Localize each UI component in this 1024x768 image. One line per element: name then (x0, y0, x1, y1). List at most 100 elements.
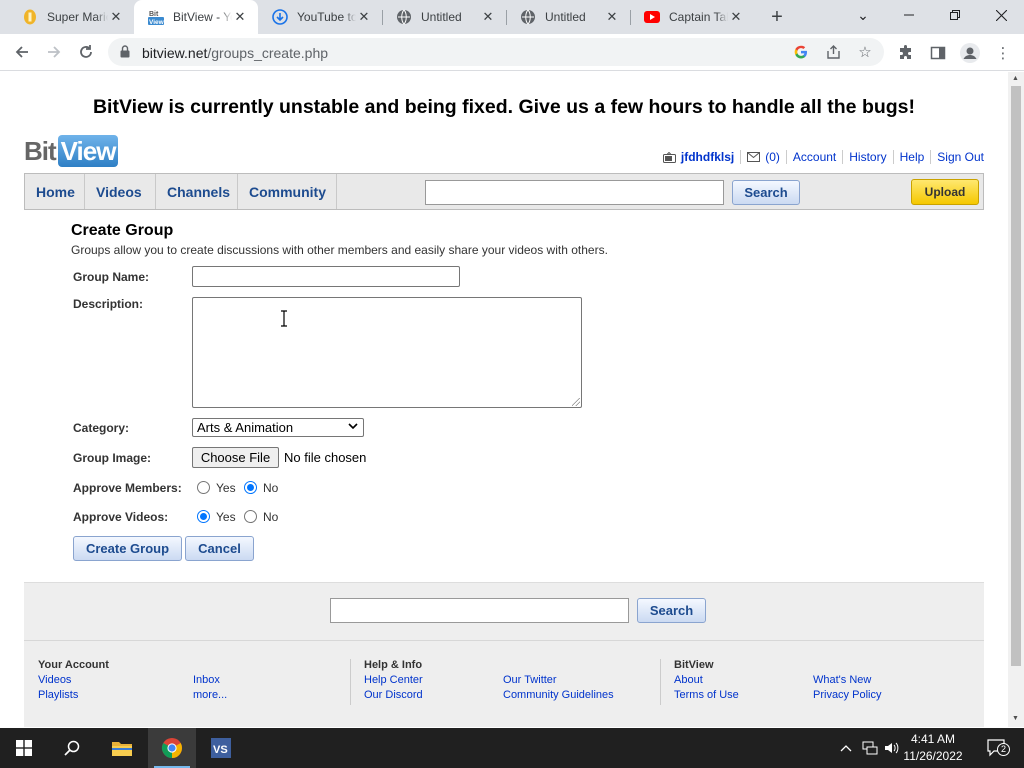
system-clock[interactable]: 4:41 AM 11/26/2022 (894, 731, 972, 765)
main-nav-bar: Home Videos Channels Community Search Up… (24, 173, 984, 210)
chrome-taskbar-button[interactable] (148, 728, 196, 768)
approve-members-yes-radio[interactable] (197, 481, 210, 494)
address-bar[interactable]: bitview.net/groups_create.php ☆ (108, 38, 884, 66)
nav-channels[interactable]: Channels (156, 174, 238, 209)
close-window-button[interactable] (978, 0, 1024, 30)
username-link[interactable]: jfdhdfklsj (681, 150, 734, 164)
footer-search-input[interactable] (330, 598, 629, 623)
visual-studio-button[interactable]: VS (197, 728, 245, 768)
footer-link-more[interactable]: more... (193, 689, 227, 701)
footer-link-playlists[interactable]: Playlists (38, 689, 78, 701)
close-icon[interactable]: ✕ (604, 9, 620, 25)
account-link[interactable]: Account (793, 150, 836, 164)
category-label: Category: (73, 421, 130, 435)
forward-button[interactable] (40, 38, 68, 66)
nav-home[interactable]: Home (25, 174, 85, 209)
nav-community[interactable]: Community (238, 174, 337, 209)
close-icon[interactable]: ✕ (356, 9, 372, 25)
footer-link-whats-new[interactable]: What's New (813, 674, 871, 686)
group-name-label: Group Name: (73, 270, 150, 284)
footer-link-our-twitter[interactable]: Our Twitter (503, 674, 557, 686)
footer-link-our-discord[interactable]: Our Discord (364, 689, 423, 701)
footer-heading-bitview: BitView (674, 659, 714, 671)
page-scrollbar[interactable]: ▲ ▼ (1008, 72, 1024, 727)
page-viewport: BitView is currently unstable and being … (0, 72, 1008, 727)
footer-link-inbox[interactable]: Inbox (193, 674, 220, 686)
minimize-button[interactable] (886, 0, 932, 30)
tab-untitled-2[interactable]: Untitled ✕ (506, 0, 630, 34)
history-link[interactable]: History (849, 150, 886, 164)
footer-heading-your-account: Your Account (38, 659, 109, 671)
footer-link-help-center[interactable]: Help Center (364, 674, 423, 686)
browser-toolbar: bitview.net/groups_create.php ☆ ⋮ (0, 34, 1024, 71)
side-panel-icon[interactable] (928, 43, 948, 63)
nav-videos[interactable]: Videos (85, 174, 156, 209)
header-search-button[interactable]: Search (732, 180, 800, 205)
resize-grip-icon[interactable] (572, 398, 580, 406)
star-icon[interactable]: ☆ (857, 44, 873, 61)
restore-button[interactable] (932, 0, 978, 30)
help-link[interactable]: Help (900, 150, 925, 164)
coin-icon (22, 9, 38, 25)
start-button[interactable] (0, 728, 48, 768)
back-button[interactable] (8, 38, 36, 66)
windows-taskbar: VS 4:41 AM 11/26/2022 2 (0, 728, 1024, 768)
lock-icon[interactable] (120, 45, 130, 61)
create-group-button[interactable]: Create Group (73, 536, 182, 561)
menu-kebab-icon[interactable]: ⋮ (993, 43, 1013, 63)
tab-bitview[interactable]: BitView BitView - Your ✕ (134, 0, 258, 34)
network-icon[interactable] (862, 740, 878, 756)
close-icon[interactable]: ✕ (480, 9, 496, 25)
approve-members-yes-label: Yes (216, 481, 236, 495)
choose-file-button[interactable]: Choose File (192, 447, 279, 468)
footer-link-about[interactable]: About (674, 674, 703, 686)
mail-icon[interactable] (747, 152, 761, 162)
tab-title: Untitled (421, 10, 462, 24)
header-search-input[interactable] (425, 180, 724, 205)
reload-button[interactable] (72, 38, 100, 66)
close-icon[interactable]: ✕ (108, 9, 124, 25)
approve-videos-no-radio[interactable] (244, 510, 257, 523)
inbox-count[interactable]: (0) (765, 150, 780, 164)
tab-search-chevron-icon[interactable]: ⌄ (840, 0, 886, 30)
scroll-up-arrow-icon[interactable]: ▲ (1012, 75, 1019, 82)
footer-link-privacy-policy[interactable]: Privacy Policy (813, 689, 881, 701)
tab-captain[interactable]: Captain Tal ✕ (630, 0, 754, 34)
description-textarea[interactable] (192, 297, 582, 408)
new-tab-button[interactable]: + (764, 5, 790, 29)
tab-title: Super Mario (47, 10, 108, 24)
google-icon[interactable] (793, 44, 809, 60)
close-icon[interactable]: ✕ (232, 9, 248, 25)
tab-untitled-1[interactable]: Untitled ✕ (382, 0, 506, 34)
footer-link-terms-of-use[interactable]: Terms of Use (674, 689, 739, 701)
page-subtitle: Groups allow you to create discussions w… (71, 243, 608, 257)
close-icon[interactable]: ✕ (728, 9, 744, 25)
extensions-icon[interactable] (896, 43, 916, 63)
divider (740, 150, 742, 164)
scrollbar-thumb[interactable] (1011, 86, 1021, 666)
sign-out-link[interactable]: Sign Out (937, 150, 984, 164)
search-button[interactable] (48, 728, 96, 768)
category-select[interactable]: Arts & Animation (192, 418, 364, 437)
bitview-logo[interactable]: Bit View (24, 134, 119, 168)
divider (892, 150, 894, 164)
group-name-input[interactable] (192, 266, 460, 287)
footer-link-community-guidelines[interactable]: Community Guidelines (503, 689, 614, 701)
footer-search-button[interactable]: Search (637, 598, 706, 623)
upload-button[interactable]: Upload (911, 179, 979, 205)
chevron-up-icon[interactable] (838, 740, 854, 756)
approve-videos-yes-radio[interactable] (197, 510, 210, 523)
profile-avatar-icon[interactable] (960, 43, 980, 63)
notification-center-button[interactable]: 2 (984, 739, 1010, 757)
visual-studio-icon: VS (211, 738, 231, 758)
scroll-down-arrow-icon[interactable]: ▼ (1012, 715, 1019, 722)
tab-youtube-to[interactable]: YouTube to ✕ (258, 0, 382, 34)
share-icon[interactable] (825, 44, 841, 60)
clock-date: 11/26/2022 (903, 749, 963, 763)
logo-view: View (57, 135, 119, 167)
approve-members-no-radio[interactable] (244, 481, 257, 494)
footer-link-videos[interactable]: Videos (38, 674, 71, 686)
cancel-button[interactable]: Cancel (185, 536, 254, 561)
tab-super-mario[interactable]: Super Mario ✕ (8, 0, 134, 34)
file-explorer-button[interactable] (98, 728, 146, 768)
